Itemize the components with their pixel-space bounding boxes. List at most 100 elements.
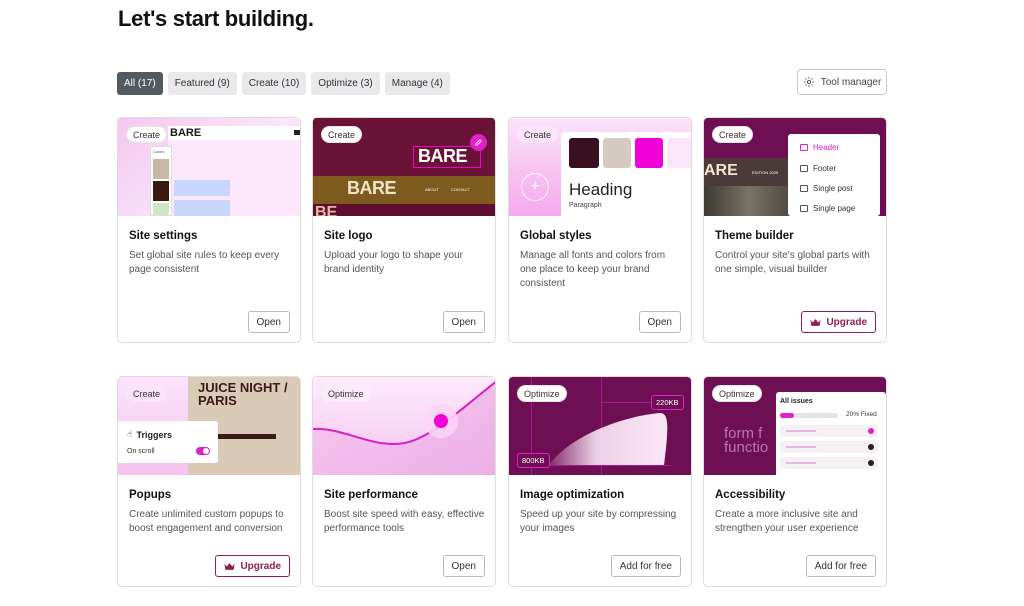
button-label: Upgrade (826, 316, 867, 328)
swatch-2 (603, 138, 631, 168)
filter-tabs: All (17) Featured (9) Create (10) Optimi… (117, 72, 450, 95)
card-badge: Create (126, 126, 168, 143)
card-popups: JUICE NIGHT / PARIS ☝ Triggers On scroll … (117, 376, 301, 587)
card-description: Boost site speed with easy, effective pe… (324, 509, 485, 534)
card-description: Create a more inclusive site and strengt… (715, 509, 859, 534)
card-description: Control your site's global parts with on… (715, 250, 870, 275)
upgrade-button[interactable]: Upgrade (801, 311, 876, 333)
size-after-label: 220KB (651, 395, 684, 410)
nav-about: ABOUT (425, 187, 439, 192)
button-label: Add for free (619, 560, 672, 572)
filter-all[interactable]: All (17) (117, 72, 163, 95)
card-title: Accessibility (715, 489, 786, 501)
menu-item-footer[interactable]: Footer (800, 164, 836, 173)
button-label: Upgrade (240, 560, 281, 572)
card-title: Site logo (324, 230, 373, 242)
issues-progress-label: 20% Fixed (846, 411, 877, 418)
button-label: Open (647, 316, 672, 328)
card-badge: Create (321, 126, 363, 143)
filter-featured[interactable]: Featured (9) (167, 72, 237, 95)
issue-row (780, 457, 878, 469)
crown-icon (810, 318, 821, 326)
tool-manager-label: Tool manager (820, 76, 882, 88)
site-bottom-text: BE (315, 204, 338, 216)
card-badge: Optimize (517, 385, 567, 402)
popup-panel: ☝ Triggers On scroll (118, 421, 218, 463)
open-button[interactable]: Open (638, 311, 681, 333)
card-description: Create unlimited custom popups to boost … (129, 509, 284, 534)
card-image-optimization: 220KB 800KB Optimize Image optimization … (508, 376, 692, 587)
button-label: Add for free (814, 560, 867, 572)
edit-icon (470, 134, 487, 151)
menu-item-header[interactable]: Header (800, 143, 839, 152)
open-button[interactable]: Open (442, 555, 485, 577)
popup-title: ☝ Triggers (127, 429, 172, 440)
nav-contact: CONTACT (451, 187, 471, 192)
swatch-3 (635, 138, 663, 168)
open-button[interactable]: Open (442, 311, 485, 333)
card-badge: Optimize (321, 385, 371, 402)
toggle-switch[interactable] (196, 447, 210, 455)
heading-sample: Heading (569, 180, 633, 199)
card-badge: Create (517, 126, 559, 143)
card-title: Image optimization (520, 489, 625, 501)
menu-item-label: Header (813, 143, 840, 152)
progress-fill (780, 413, 794, 418)
button-label: Open (451, 560, 476, 572)
site-preview-text: ARE (704, 162, 738, 179)
card-site-logo: BARE BARE ABOUT CONTACT BE Create Site l… (312, 117, 496, 343)
issues-title: All issues (780, 398, 813, 405)
card-title: Global styles (520, 230, 592, 242)
add-for-free-button[interactable]: Add for free (805, 555, 876, 577)
popup-title-text: Triggers (136, 429, 172, 440)
button-label: Open (451, 316, 476, 328)
page-title: Let's start building. (118, 6, 314, 31)
size-before-label: 800KB (517, 453, 550, 468)
logo-text: BARE (418, 146, 468, 166)
card-title: Site performance (324, 489, 418, 501)
check-icon (868, 428, 874, 434)
menu-item-label: Single page (813, 204, 856, 213)
issues-panel: All issues 20% Fixed (776, 392, 886, 475)
issues-progress-bar (780, 413, 838, 418)
card-description: Speed up your site by compressing your i… (520, 509, 677, 534)
card-theme-builder: ARE EDITION 2025 Header Footer Single po… (703, 117, 887, 343)
crown-icon (224, 562, 235, 570)
card-description: Upload your logo to shape your brand ide… (324, 250, 463, 275)
button-label: Open (256, 316, 281, 328)
paragraph-sample: Paragraph (569, 202, 602, 209)
swatch-1 (569, 138, 599, 168)
issue-row (780, 425, 878, 437)
filter-create[interactable]: Create (10) (241, 72, 307, 95)
card-global-styles: + Heading Paragraph Create Global styles… (508, 117, 692, 343)
filter-optimize[interactable]: Optimize (3) (311, 72, 380, 95)
card-accessibility: form f functio All issues 20% Fixed Opti… (703, 376, 887, 587)
poster-text: JUICE NIGHT / PARIS (198, 380, 288, 408)
upgrade-button[interactable]: Upgrade (215, 555, 290, 577)
pointer-icon: ☝ (127, 429, 133, 439)
status-dot-icon (868, 460, 874, 466)
card-description: Set global site rules to keep every page… (129, 250, 280, 275)
site-preview-small: EDITION 2025 (752, 170, 779, 175)
card-badge: Create (712, 126, 754, 143)
menu-item-single-post[interactable]: Single post (800, 184, 853, 193)
filter-manage[interactable]: Manage (4) (384, 72, 450, 95)
menu-item-single-page[interactable]: Single page (800, 204, 855, 213)
theme-menu: Header Footer Single post Single page (788, 134, 880, 216)
site-settings-brand: BARE (170, 127, 202, 139)
issue-row (780, 441, 878, 453)
card-site-settings: BARE Colors Create Site settings Set glo… (117, 117, 301, 343)
card-site-performance: Optimize Site performance Boost site spe… (312, 376, 496, 587)
card-description: Manage all fonts and colors from one pla… (520, 250, 666, 289)
menu-item-label: Single post (813, 184, 853, 193)
card-title: Site settings (129, 230, 198, 242)
gear-icon (803, 77, 814, 87)
popup-option: On scroll (127, 448, 155, 455)
add-for-free-button[interactable]: Add for free (610, 555, 681, 577)
colors-panel-label: Colors (153, 149, 165, 154)
tool-manager-button[interactable]: Tool manager (797, 69, 887, 95)
menu-item-label: Footer (813, 164, 837, 173)
status-dot-icon (868, 444, 874, 450)
card-title: Theme builder (715, 230, 794, 242)
open-button[interactable]: Open (247, 311, 290, 333)
